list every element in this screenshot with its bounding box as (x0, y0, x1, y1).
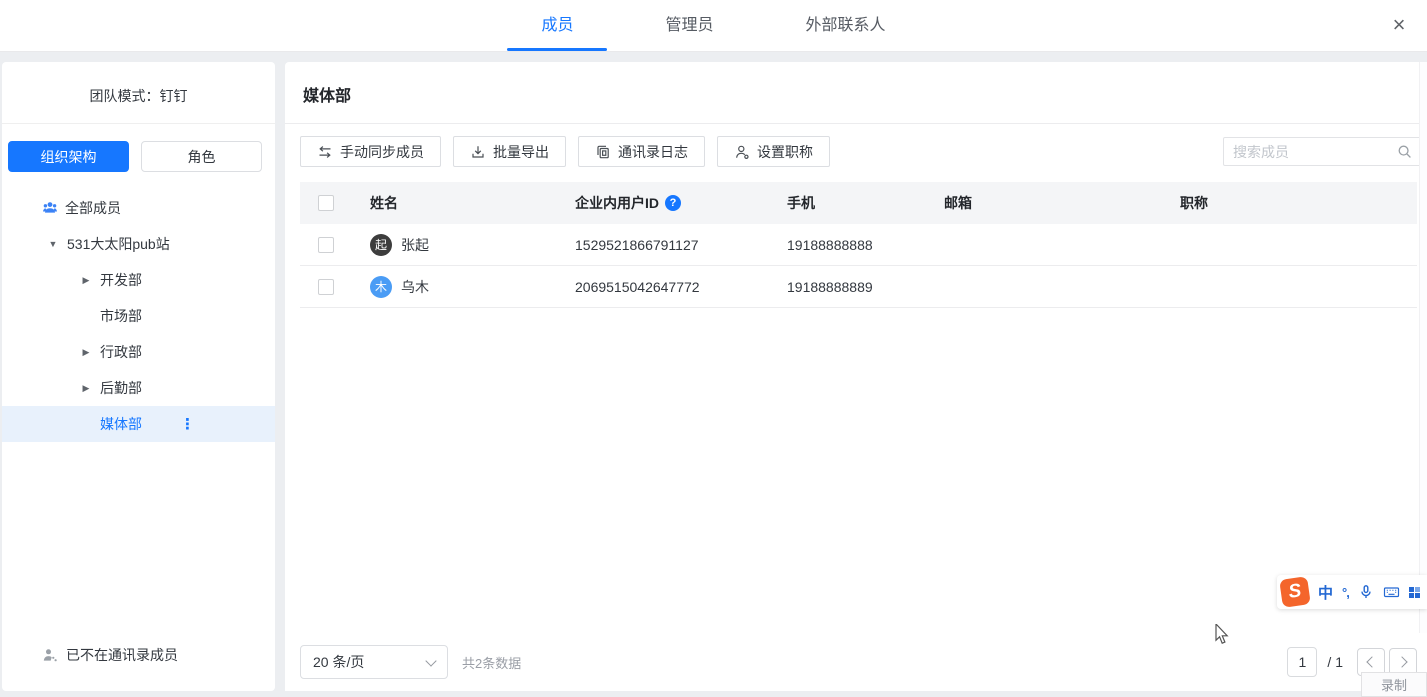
member-phone: 19188888889 (787, 279, 944, 295)
member-name: 乌木 (401, 277, 429, 297)
row-checkbox-cell (300, 237, 370, 253)
avatar: 起 (370, 234, 392, 256)
member-phone: 19188888888 (787, 237, 944, 253)
member-name-cell: 起 张起 (370, 234, 575, 256)
table-row[interactable]: 木 乌木 2069515042647772 19188888889 (300, 266, 1417, 308)
button-label: 手动同步成员 (340, 142, 424, 162)
header-job-title: 职称 (1180, 193, 1417, 213)
sidebar-item-removed-members[interactable]: 已不在通讯录成员 (42, 645, 178, 665)
team-mode-label: 团队模式：钉钉 (2, 62, 275, 106)
mouse-cursor (1215, 624, 1230, 649)
button-label: 批量导出 (493, 142, 549, 162)
header-phone: 手机 (787, 193, 944, 213)
triangle-right-icon[interactable]: ▶ (81, 383, 91, 394)
download-icon (470, 144, 486, 160)
department-tree: 全部成员 ▼ 531大太阳pub站 ▶ 开发部 市场部 ▶ 行政部 ▶ 后勤部 … (2, 190, 275, 442)
header-user-id: 企业内用户ID ? (575, 193, 787, 213)
triangle-right-icon[interactable]: ▶ (81, 275, 91, 286)
log-copy-icon (595, 144, 611, 160)
ime-punctuation-icon[interactable]: °, (1342, 585, 1349, 600)
total-count-label: 共2条数据 (462, 653, 521, 672)
main-panel: 媒体部 手动同步成员 批量导出 (285, 62, 1427, 691)
triangle-right-icon[interactable]: ▶ (81, 347, 91, 358)
tree-item-label: 市场部 (100, 306, 142, 326)
ime-chinese-mode-icon[interactable]: 中 (1318, 582, 1333, 603)
button-label: 设置职称 (757, 142, 813, 162)
avatar: 木 (370, 276, 392, 298)
vertical-scrollbar[interactable] (1419, 62, 1427, 633)
search-input[interactable] (1233, 144, 1397, 160)
people-group-icon (42, 200, 58, 216)
batch-export-button[interactable]: 批量导出 (453, 136, 566, 167)
table-header-row: 姓名 企业内用户ID ? 手机 邮箱 职称 (300, 182, 1417, 224)
role-button[interactable]: 角色 (141, 141, 262, 172)
close-icon[interactable]: × (1381, 0, 1417, 52)
tab-external-contacts[interactable]: 外部联系人 (806, 0, 886, 51)
header-name: 姓名 (370, 193, 575, 213)
tree-item-logistics-dept[interactable]: ▶ 后勤部 (2, 370, 275, 406)
record-label: 录制 (1361, 672, 1427, 697)
microphone-icon[interactable] (1358, 584, 1374, 600)
person-removed-icon (42, 647, 58, 663)
member-user-id: 1529521866791127 (575, 237, 787, 253)
tree-item-label: 开发部 (100, 270, 142, 290)
tree-item-org-root[interactable]: ▼ 531大太阳pub站 (2, 226, 275, 262)
tree-item-label: 531大太阳pub站 (67, 234, 170, 254)
member-name-cell: 木 乌木 (370, 276, 575, 298)
header-checkbox-cell (300, 195, 370, 211)
select-all-checkbox[interactable] (318, 195, 334, 211)
tree-item-admin-dept[interactable]: ▶ 行政部 (2, 334, 275, 370)
person-settings-icon (734, 144, 750, 160)
member-user-id: 2069515042647772 (575, 279, 787, 295)
chevron-down-icon (425, 655, 436, 666)
row-checkbox-cell (300, 279, 370, 295)
tree-item-media-dept[interactable]: 媒体部 ⋮ (2, 406, 275, 442)
tab-members[interactable]: 成员 (541, 0, 573, 51)
sidebar-item-label: 已不在通讯录成员 (66, 645, 178, 665)
page-size-select[interactable]: 20 条/页 (300, 645, 448, 679)
ime-toolbar: S 中 °, (1277, 575, 1427, 609)
more-vertical-icon[interactable]: ⋮ (180, 415, 195, 433)
manual-sync-button[interactable]: 手动同步成员 (300, 136, 441, 167)
triangle-down-icon[interactable]: ▼ (48, 239, 58, 249)
current-page-box[interactable]: 1 (1287, 647, 1317, 677)
sidebar: 团队模式：钉钉 组织架构 角色 全部成员 ▼ 531大太阳pub站 ▶ 开发部 (2, 62, 275, 691)
chevron-right-icon (1396, 656, 1407, 667)
tree-item-label: 后勤部 (100, 378, 142, 398)
tree-item-label: 媒体部 (100, 414, 142, 434)
row-checkbox[interactable] (318, 237, 334, 253)
sidebar-segmented-control: 组织架构 角色 (2, 124, 275, 172)
member-name: 张起 (401, 235, 429, 255)
member-search (1223, 137, 1422, 166)
set-job-title-button[interactable]: 设置职称 (717, 136, 830, 167)
table-footer: 20 条/页 共2条数据 1 / 1 (285, 633, 1427, 691)
chevron-left-icon (1366, 656, 1377, 667)
keyboard-icon[interactable] (1383, 584, 1400, 600)
ime-more-icon[interactable] (1409, 587, 1420, 598)
tree-item-label: 全部成员 (65, 198, 121, 218)
page-total-label: / 1 (1327, 654, 1343, 670)
table-row[interactable]: 起 张起 1529521866791127 19188888888 (300, 224, 1417, 266)
sync-icon (317, 144, 333, 160)
button-label: 通讯录日志 (618, 142, 688, 162)
header-label: 企业内用户ID (575, 193, 659, 213)
help-icon[interactable]: ? (665, 195, 681, 211)
tabs: 成员 管理员 外部联系人 (0, 0, 1427, 51)
header-email: 邮箱 (944, 193, 1180, 213)
sogou-logo-icon[interactable]: S (1279, 576, 1311, 608)
tree-item-dev-dept[interactable]: ▶ 开发部 (2, 262, 275, 298)
tab-admins[interactable]: 管理员 (665, 0, 713, 51)
org-structure-button[interactable]: 组织架构 (8, 141, 129, 172)
top-tab-bar: 成员 管理员 外部联系人 × (0, 0, 1427, 52)
row-checkbox[interactable] (318, 279, 334, 295)
tree-item-label: 行政部 (100, 342, 142, 362)
title-divider (285, 123, 1427, 124)
toolbar: 手动同步成员 批量导出 通讯录日志 (300, 136, 1422, 167)
page-title: 媒体部 (303, 82, 1409, 106)
tree-item-all-members[interactable]: 全部成员 (2, 190, 275, 226)
search-icon[interactable] (1397, 144, 1412, 159)
page-size-value: 20 条/页 (313, 652, 364, 672)
tree-item-market-dept[interactable]: 市场部 (2, 298, 275, 334)
contact-log-button[interactable]: 通讯录日志 (578, 136, 705, 167)
